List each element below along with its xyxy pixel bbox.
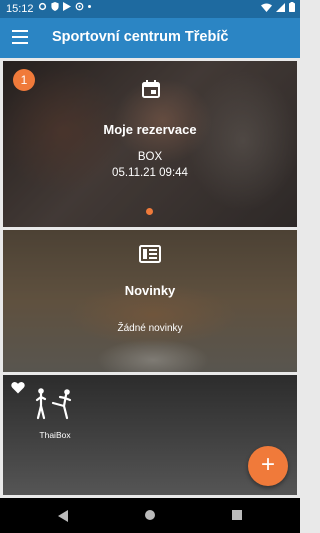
sync-icon xyxy=(75,2,84,11)
app-bar: Sportovní centrum Třebíč xyxy=(0,18,300,58)
status-notification-icons xyxy=(38,2,91,11)
reservations-count-badge: 1 xyxy=(13,69,35,91)
signal-icon xyxy=(276,2,285,12)
reservation-datetime: 05.11.21 09:44 xyxy=(112,167,188,179)
favorite-item-label: ThaiBox xyxy=(39,430,71,440)
reservation-name: BOX xyxy=(137,151,163,163)
recent-apps-icon[interactable] xyxy=(232,510,242,520)
battery-icon xyxy=(289,2,295,12)
settings-icon xyxy=(38,2,47,11)
back-icon[interactable] xyxy=(58,510,68,522)
more-notifications-dot xyxy=(88,5,91,8)
news-card[interactable]: Novinky Žádné novinky xyxy=(3,230,297,372)
status-bar: 15:12 xyxy=(0,0,300,18)
shield-icon xyxy=(51,2,59,11)
calendar-icon xyxy=(142,80,160,98)
system-nav-bar xyxy=(0,498,300,533)
status-system-icons xyxy=(261,2,295,12)
menu-icon[interactable] xyxy=(12,30,28,44)
status-time: 15:12 xyxy=(6,3,34,15)
reservations-card[interactable]: 1 Moje rezervace BOX 05.11.21 09:44 xyxy=(3,61,297,227)
add-button[interactable]: + xyxy=(248,446,288,486)
heart-icon[interactable] xyxy=(11,381,25,394)
newspaper-icon xyxy=(139,245,161,263)
play-store-icon xyxy=(63,2,71,11)
app-title: Sportovní centrum Třebíč xyxy=(52,29,229,45)
page-indicator-dot[interactable] xyxy=(146,208,153,215)
news-empty-text: Žádné novinky xyxy=(117,323,183,334)
news-title: Novinky xyxy=(124,283,176,298)
thaibox-icon xyxy=(35,388,72,420)
reservations-title: Moje rezervace xyxy=(103,122,197,137)
wifi-icon xyxy=(261,3,272,12)
home-icon[interactable] xyxy=(145,510,155,520)
